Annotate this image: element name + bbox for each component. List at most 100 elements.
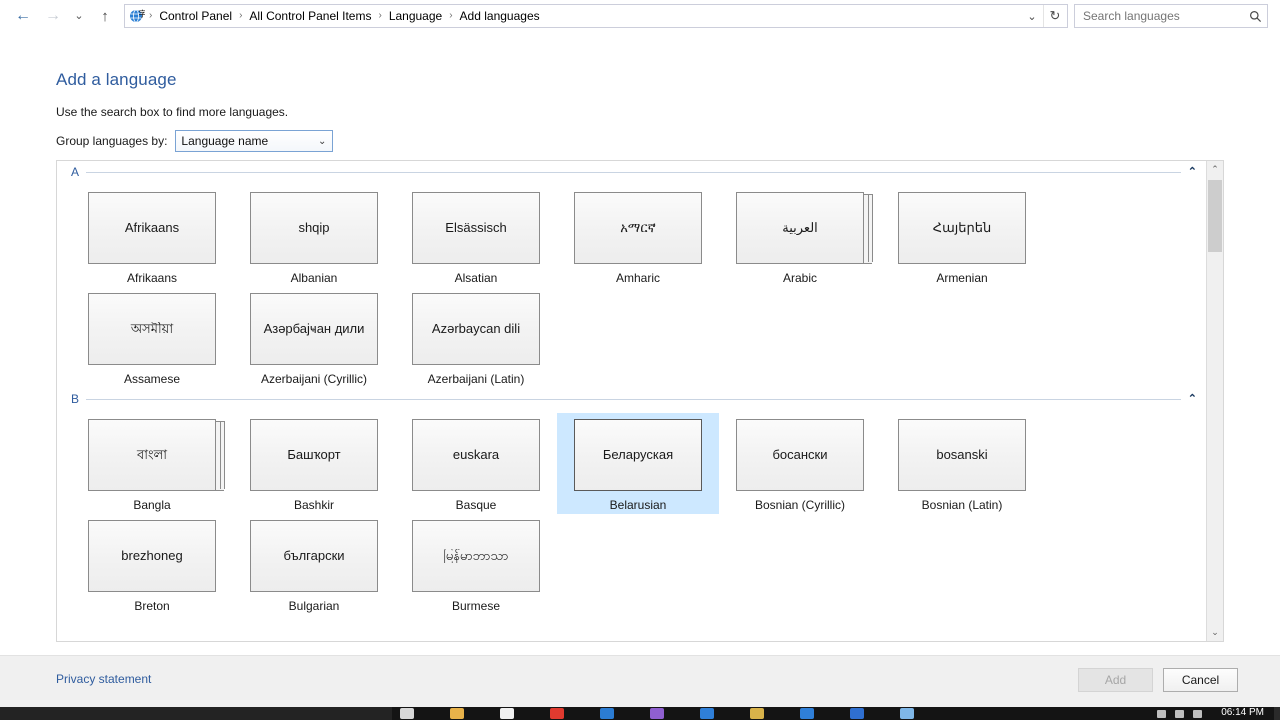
tile-grid-a: Afrikaans Afrikaans shqip Albanian Elsässisc… [57, 183, 1191, 388]
tile-grid-b: বাংলা Bangla Башҡорт Bashkir euskara Basque Бе… [57, 410, 1191, 615]
language-native-name: brezhoneg [121, 548, 183, 563]
language-display-name: Belarusian [609, 498, 667, 512]
language-native-name: Беларуская [602, 447, 674, 462]
show-desktop-button[interactable] [1274, 707, 1280, 720]
vertical-scrollbar[interactable]: ⌃ ⌄ [1206, 161, 1223, 641]
language-tile-face: Elsässisch [412, 192, 540, 264]
taskbar: 06:14 PM [0, 707, 1280, 720]
language-native-name: български [283, 548, 345, 563]
forward-button[interactable]: → [38, 3, 68, 29]
back-button[interactable]: ← [8, 3, 38, 29]
language-tile-thumbnail: босански [736, 419, 864, 491]
dialog-footer: Privacy statement Add Cancel [0, 655, 1280, 708]
language-tile[interactable]: shqip Albanian [233, 186, 395, 287]
language-tile-face: босански [736, 419, 864, 491]
section-letter: A [71, 165, 80, 179]
search-icon[interactable] [1243, 5, 1267, 27]
scrollbar-thumb[interactable] [1208, 180, 1222, 252]
taskbar-app-icon[interactable] [600, 708, 614, 719]
language-tile[interactable]: Afrikaans Afrikaans [71, 186, 233, 287]
taskbar-app-icon[interactable] [800, 708, 814, 719]
language-display-name: Basque [455, 498, 497, 512]
language-native-name: shqip [298, 220, 330, 235]
taskbar-app-icon[interactable] [500, 708, 514, 719]
scroll-up-arrow-icon[interactable]: ⌃ [1207, 161, 1223, 178]
language-tile[interactable]: български Bulgarian [233, 514, 395, 615]
language-display-name: Armenian [936, 271, 988, 285]
breadcrumb-item-language[interactable]: Language [383, 5, 448, 27]
language-tile-face: العربية [736, 192, 864, 264]
tray-icon-volume[interactable] [1175, 709, 1184, 718]
taskbar-app-icon[interactable] [650, 708, 664, 719]
language-tile[interactable]: brezhoneg Breton [71, 514, 233, 615]
language-native-name: অসমীয়া [130, 321, 174, 336]
language-tile-thumbnail: brezhoneg [88, 520, 216, 592]
section-divider [86, 398, 1181, 400]
language-native-name: Afrikaans [124, 220, 180, 235]
search-input[interactable] [1075, 9, 1243, 23]
search-box[interactable] [1074, 4, 1268, 28]
breadcrumb-item-all-control-panel-items[interactable]: All Control Panel Items [243, 5, 377, 27]
language-tile[interactable]: Elsässisch Alsatian [395, 186, 557, 287]
language-tile-thumbnail: български [250, 520, 378, 592]
language-tile-thumbnail: العربية [736, 192, 873, 264]
language-native-name: Azərbaycan dili [431, 321, 521, 336]
language-tile-thumbnail: অসমীয়া [88, 293, 216, 365]
language-tile[interactable]: မြန်မာဘာသာ Burmese [395, 514, 557, 615]
taskbar-app-icon[interactable] [750, 708, 764, 719]
chevron-up-icon[interactable]: ⌃ [1188, 393, 1197, 405]
privacy-statement-link[interactable]: Privacy statement [56, 672, 151, 686]
language-display-name: Bosnian (Cyrillic) [754, 498, 846, 512]
language-tile[interactable]: አማርኛ Amharic [557, 186, 719, 287]
language-tile[interactable]: Հայերեն Armenian [881, 186, 1043, 287]
language-tile-face: Азәрбајҹан дили [250, 293, 378, 365]
taskbar-app-icon[interactable] [400, 708, 414, 719]
address-bar-controls: ⌄ ↻ [1021, 5, 1066, 27]
language-native-name: Elsässisch [445, 220, 507, 235]
language-tile-face: Հայերեն [898, 192, 1026, 264]
language-tile[interactable]: অসমীয়া Assamese [71, 287, 233, 388]
language-tile[interactable]: Азәрбајҹан дили Azerbaijani (Cyrillic) [233, 287, 395, 388]
language-tile[interactable]: euskara Basque [395, 413, 557, 514]
taskbar-clock[interactable]: 06:14 PM [1221, 707, 1264, 720]
language-native-name: euskara [452, 447, 500, 462]
breadcrumb-item-control-panel[interactable]: Control Panel [153, 5, 238, 27]
language-tile[interactable]: bosanski Bosnian (Latin) [881, 413, 1043, 514]
language-display-name: Albanian [290, 271, 338, 285]
language-display-name: Afrikaans [126, 271, 178, 285]
language-native-name: босански [772, 447, 828, 462]
address-dropdown-icon[interactable]: ⌄ [1021, 5, 1043, 27]
tray-icon-network[interactable] [1157, 709, 1166, 718]
language-tile[interactable]: Azərbaycan dili Azerbaijani (Latin) [395, 287, 557, 388]
language-tile-thumbnail: shqip [250, 192, 378, 264]
taskbar-app-icon[interactable] [450, 708, 464, 719]
language-display-name: Bosnian (Latin) [921, 498, 1003, 512]
recent-locations-icon[interactable]: ⌄ [68, 3, 90, 29]
refresh-icon[interactable]: ↻ [1043, 5, 1066, 27]
language-tile-face: Azərbaycan dili [412, 293, 540, 365]
language-display-name: Bashkir [293, 498, 334, 512]
cancel-button[interactable]: Cancel [1163, 668, 1238, 692]
language-tile[interactable]: Башҡорт Bashkir [233, 413, 395, 514]
section-divider [86, 171, 1181, 173]
language-tile[interactable]: বাংলা Bangla [71, 413, 233, 514]
scroll-down-arrow-icon[interactable]: ⌄ [1207, 624, 1223, 641]
chevron-up-icon[interactable]: ⌃ [1188, 166, 1197, 178]
breadcrumb-item-add-languages[interactable]: Add languages [454, 5, 546, 27]
up-button[interactable]: ↑ [90, 3, 120, 29]
address-bar[interactable]: 字 › Control Panel › All Control Panel It… [124, 4, 1068, 28]
section-header-a: A ⌃ [71, 161, 1197, 183]
language-tile-face: euskara [412, 419, 540, 491]
group-languages-select[interactable]: Language name ⌄ [175, 130, 334, 152]
language-native-name: Հայերեն [932, 220, 992, 235]
language-tile[interactable]: Беларуская Belarusian [557, 413, 719, 514]
taskbar-app-icon[interactable] [700, 708, 714, 719]
language-tile-thumbnail: አማርኛ [574, 192, 702, 264]
taskbar-app-icon[interactable] [900, 708, 914, 719]
taskbar-app-icon[interactable] [550, 708, 564, 719]
language-tile[interactable]: العربية Arabic [719, 186, 881, 287]
taskbar-app-icon[interactable] [850, 708, 864, 719]
tray-icon-action-center[interactable] [1193, 709, 1202, 718]
language-tile[interactable]: босански Bosnian (Cyrillic) [719, 413, 881, 514]
add-button[interactable]: Add [1078, 668, 1153, 692]
